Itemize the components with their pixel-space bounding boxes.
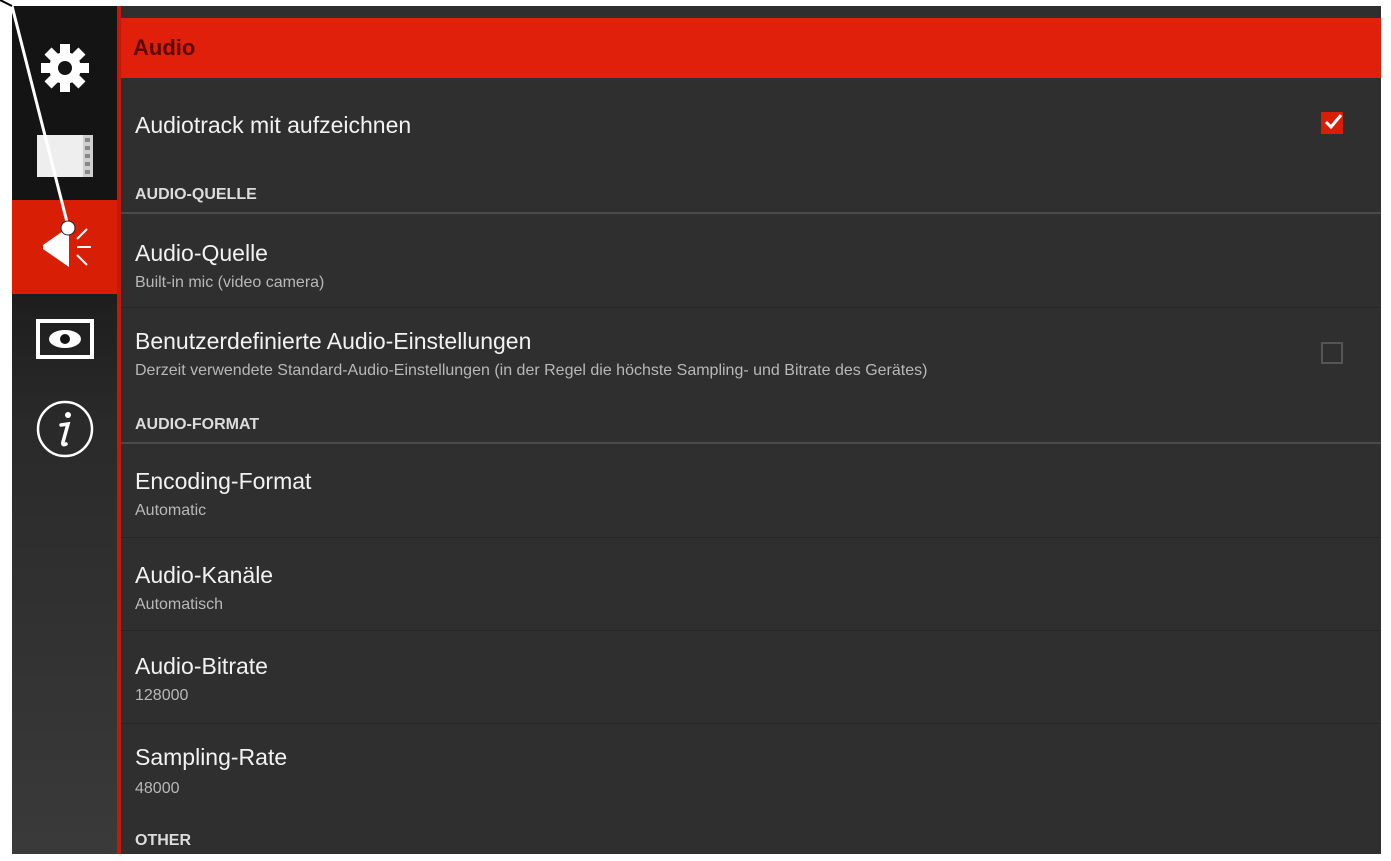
custom-audio-checkbox[interactable]: [1321, 342, 1343, 364]
info-icon: [36, 400, 93, 458]
sidebar-item-audio[interactable]: [12, 200, 117, 294]
settings-screen: Audio Audiotrack mit aufzeichnen AUDIO-Q…: [12, 6, 1381, 854]
record-audio-checkbox[interactable]: [1321, 112, 1343, 134]
section-header-other: OTHER: [121, 816, 1381, 854]
setting-value: Automatisch: [135, 596, 224, 613]
speaker-icon: [42, 227, 91, 267]
film-icon: [36, 135, 93, 177]
eye-icon: [35, 319, 94, 359]
setting-custom-audio[interactable]: Benutzerdefinierte Audio-Einstellungen D…: [121, 308, 1381, 394]
section-header-audio-source: AUDIO-QUELLE: [121, 168, 1381, 214]
sidebar-item-display[interactable]: [12, 312, 117, 366]
sidebar-item-video[interactable]: [12, 124, 117, 188]
setting-value: 48000: [135, 780, 180, 797]
settings-panel: Audio Audiotrack mit aufzeichnen AUDIO-Q…: [117, 6, 1381, 854]
setting-record-audio[interactable]: Audiotrack mit aufzeichnen: [121, 78, 1381, 168]
setting-audio-source[interactable]: Audio-Quelle Built-in mic (video camera): [121, 214, 1381, 308]
setting-title: Audio-Kanäle: [135, 562, 274, 588]
setting-value: 128000: [135, 687, 189, 704]
setting-title: Audio-Quelle: [135, 240, 268, 266]
section-header-audio-format: AUDIO-FORMAT: [121, 394, 1381, 444]
sidebar-item-general[interactable]: [12, 36, 117, 100]
setting-title: Audio-Bitrate: [135, 653, 268, 679]
setting-title: Audiotrack mit aufzeichnen: [135, 112, 412, 138]
setting-title: Sampling-Rate: [135, 744, 288, 770]
setting-title: Benutzerdefinierte Audio-Einstellungen: [135, 328, 532, 354]
gear-icon: [40, 44, 89, 92]
setting-value: Automatic: [135, 502, 207, 519]
sidebar: [12, 6, 117, 854]
setting-summary: Derzeit verwendete Standard-Audio-Einste…: [135, 362, 928, 379]
section-title: OTHER: [135, 832, 191, 849]
checkmark-icon: [1324, 114, 1343, 130]
page-title: Audio: [121, 18, 1381, 78]
sidebar-item-info[interactable]: [12, 394, 117, 464]
setting-audio-channels[interactable]: Audio-Kanäle Automatisch: [121, 538, 1381, 631]
setting-title: Encoding-Format: [135, 468, 312, 494]
section-title: AUDIO-QUELLE: [135, 186, 257, 203]
section-title: AUDIO-FORMAT: [135, 416, 260, 433]
setting-sampling-rate[interactable]: Sampling-Rate 48000: [121, 724, 1381, 816]
setting-audio-bitrate[interactable]: Audio-Bitrate 128000: [121, 631, 1381, 724]
setting-value: Built-in mic (video camera): [135, 274, 325, 291]
setting-encoding-format[interactable]: Encoding-Format Automatic: [121, 444, 1381, 538]
